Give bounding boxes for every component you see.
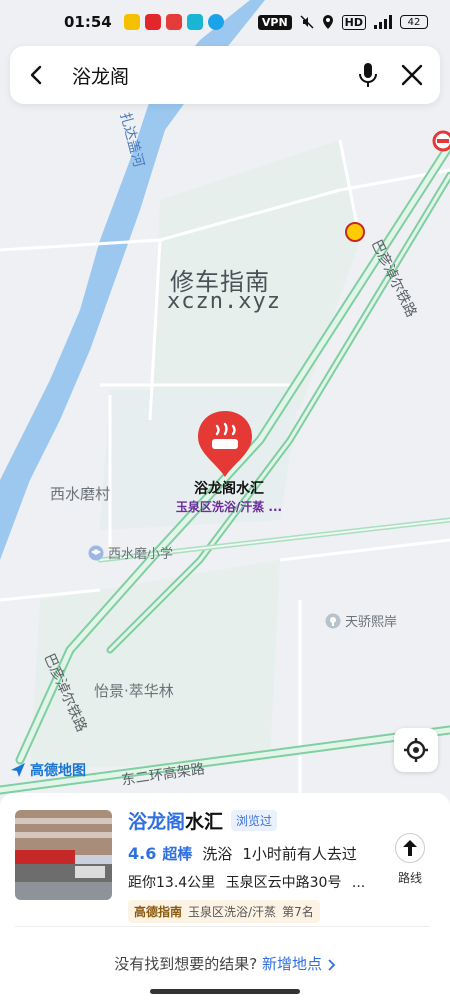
poi-tianjiao-label: 天骄熙岸 — [345, 615, 398, 630]
place-photo[interactable] — [15, 810, 112, 900]
app-notification-icon — [186, 14, 203, 30]
microphone-icon — [359, 63, 377, 87]
guide-badge[interactable]: 高德指南 玉泉区洗浴/汗蒸 第7名 — [128, 900, 320, 923]
search-bar: 浴龙阁 — [10, 46, 440, 104]
marker-label[interactable]: 浴龙阁水汇 玉泉区洗浴/汗蒸 ... — [170, 478, 288, 515]
poi-yijing-label: 怡景·萃华林 — [94, 682, 174, 700]
distance: 距你13.4公里 — [128, 875, 216, 891]
rating-label: 超棒 — [162, 845, 193, 863]
place-name: 浴龙阁水汇 — [128, 807, 223, 834]
amap-logo: 高德地图 — [10, 760, 86, 780]
divider — [15, 926, 430, 927]
address-ellipsis: ... — [351, 875, 366, 891]
chevron-right-icon — [328, 958, 336, 971]
vpn-icon: VPN — [257, 14, 292, 30]
footer-prompt: 没有找到想要的结果? — [114, 955, 258, 973]
school-icon — [88, 545, 104, 560]
rating-value: 4.6 — [128, 844, 157, 863]
poi-tianjiao[interactable]: 天骄熙岸 — [325, 611, 397, 630]
category: 洗浴 — [202, 845, 233, 863]
clear-search-button[interactable] — [400, 63, 424, 87]
marker-title: 浴龙阁水汇 — [194, 481, 264, 497]
place-name-highlight: 浴龙阁 — [128, 811, 186, 833]
no-result-footer: 没有找到想要的结果? 新增地点 — [0, 953, 450, 974]
add-place-label: 新增地点 — [261, 955, 322, 973]
watermark-url: xczn.xyz — [167, 289, 281, 314]
close-icon — [401, 64, 423, 86]
route-label: 路线 — [397, 871, 422, 885]
app-notification-icon — [144, 14, 161, 30]
search-query[interactable]: 浴龙阁 — [72, 62, 356, 89]
battery-level: 42 — [407, 16, 421, 28]
place-name-rest: 水汇 — [185, 811, 224, 833]
storefront-image — [15, 810, 112, 900]
guide-rank: 第7名 — [282, 905, 314, 919]
status-bar: 01:54 VPN HD 42 — [0, 0, 450, 44]
location-marker[interactable] — [196, 409, 254, 479]
route-arrow-icon — [403, 840, 417, 856]
navigation-arrow-icon — [11, 763, 25, 777]
status-time: 01:54 — [64, 13, 112, 31]
result-info[interactable]: 浴龙阁水汇 浏览过 4.6 超棒 洗浴 1小时前有人去过 距你13.4公里 玉泉… — [128, 807, 390, 923]
marker-subtitle: 玉泉区洗浴/汗蒸 ... — [175, 500, 283, 514]
back-arrow-icon — [30, 65, 42, 85]
bath-marker-icon — [198, 411, 252, 477]
residence-icon — [325, 613, 341, 628]
home-indicator[interactable] — [150, 989, 300, 994]
app-notification-icon — [123, 14, 140, 30]
logo-text: 高德地图 — [30, 763, 86, 779]
battery-icon: 42 — [400, 15, 428, 29]
signal-icon — [374, 15, 392, 29]
app-notification-icon — [207, 14, 224, 30]
map-view[interactable]: 修车指南 xczn.xyz 扎达盖河 巴彦淖尔铁路 巴彦淖尔铁路 东二环高架路 … — [0, 0, 450, 800]
guide-text: 玉泉区洗浴/汗蒸 — [188, 905, 277, 919]
add-place-link[interactable]: 新增地点 — [262, 955, 336, 973]
area-label-xishuimo: 西水磨村 — [50, 485, 111, 503]
route-button[interactable]: 路线 — [393, 833, 427, 886]
location-pin-icon — [322, 15, 333, 29]
viewed-badge: 浏览过 — [231, 810, 278, 831]
poi-yijing[interactable]: 怡景·萃华林 — [94, 680, 174, 701]
locate-button[interactable] — [394, 728, 438, 772]
address: 玉泉区云中路30号 — [225, 875, 342, 891]
guide-brand: 高德指南 — [134, 905, 183, 919]
app-notification-icon — [165, 14, 182, 30]
mute-icon — [300, 15, 314, 29]
hd-icon: HD — [341, 14, 366, 30]
back-button[interactable] — [26, 64, 48, 86]
poi-school-label: 西水磨小学 — [108, 547, 174, 562]
poi-school[interactable]: 西水磨小学 — [88, 543, 173, 562]
recent-visits: 1小时前有人去过 — [242, 845, 357, 863]
crosshair-icon — [404, 738, 428, 762]
result-sheet: 浴龙阁水汇 浏览过 4.6 超棒 洗浴 1小时前有人去过 距你13.4公里 玉泉… — [0, 793, 450, 1000]
voice-search-button[interactable] — [356, 62, 380, 88]
